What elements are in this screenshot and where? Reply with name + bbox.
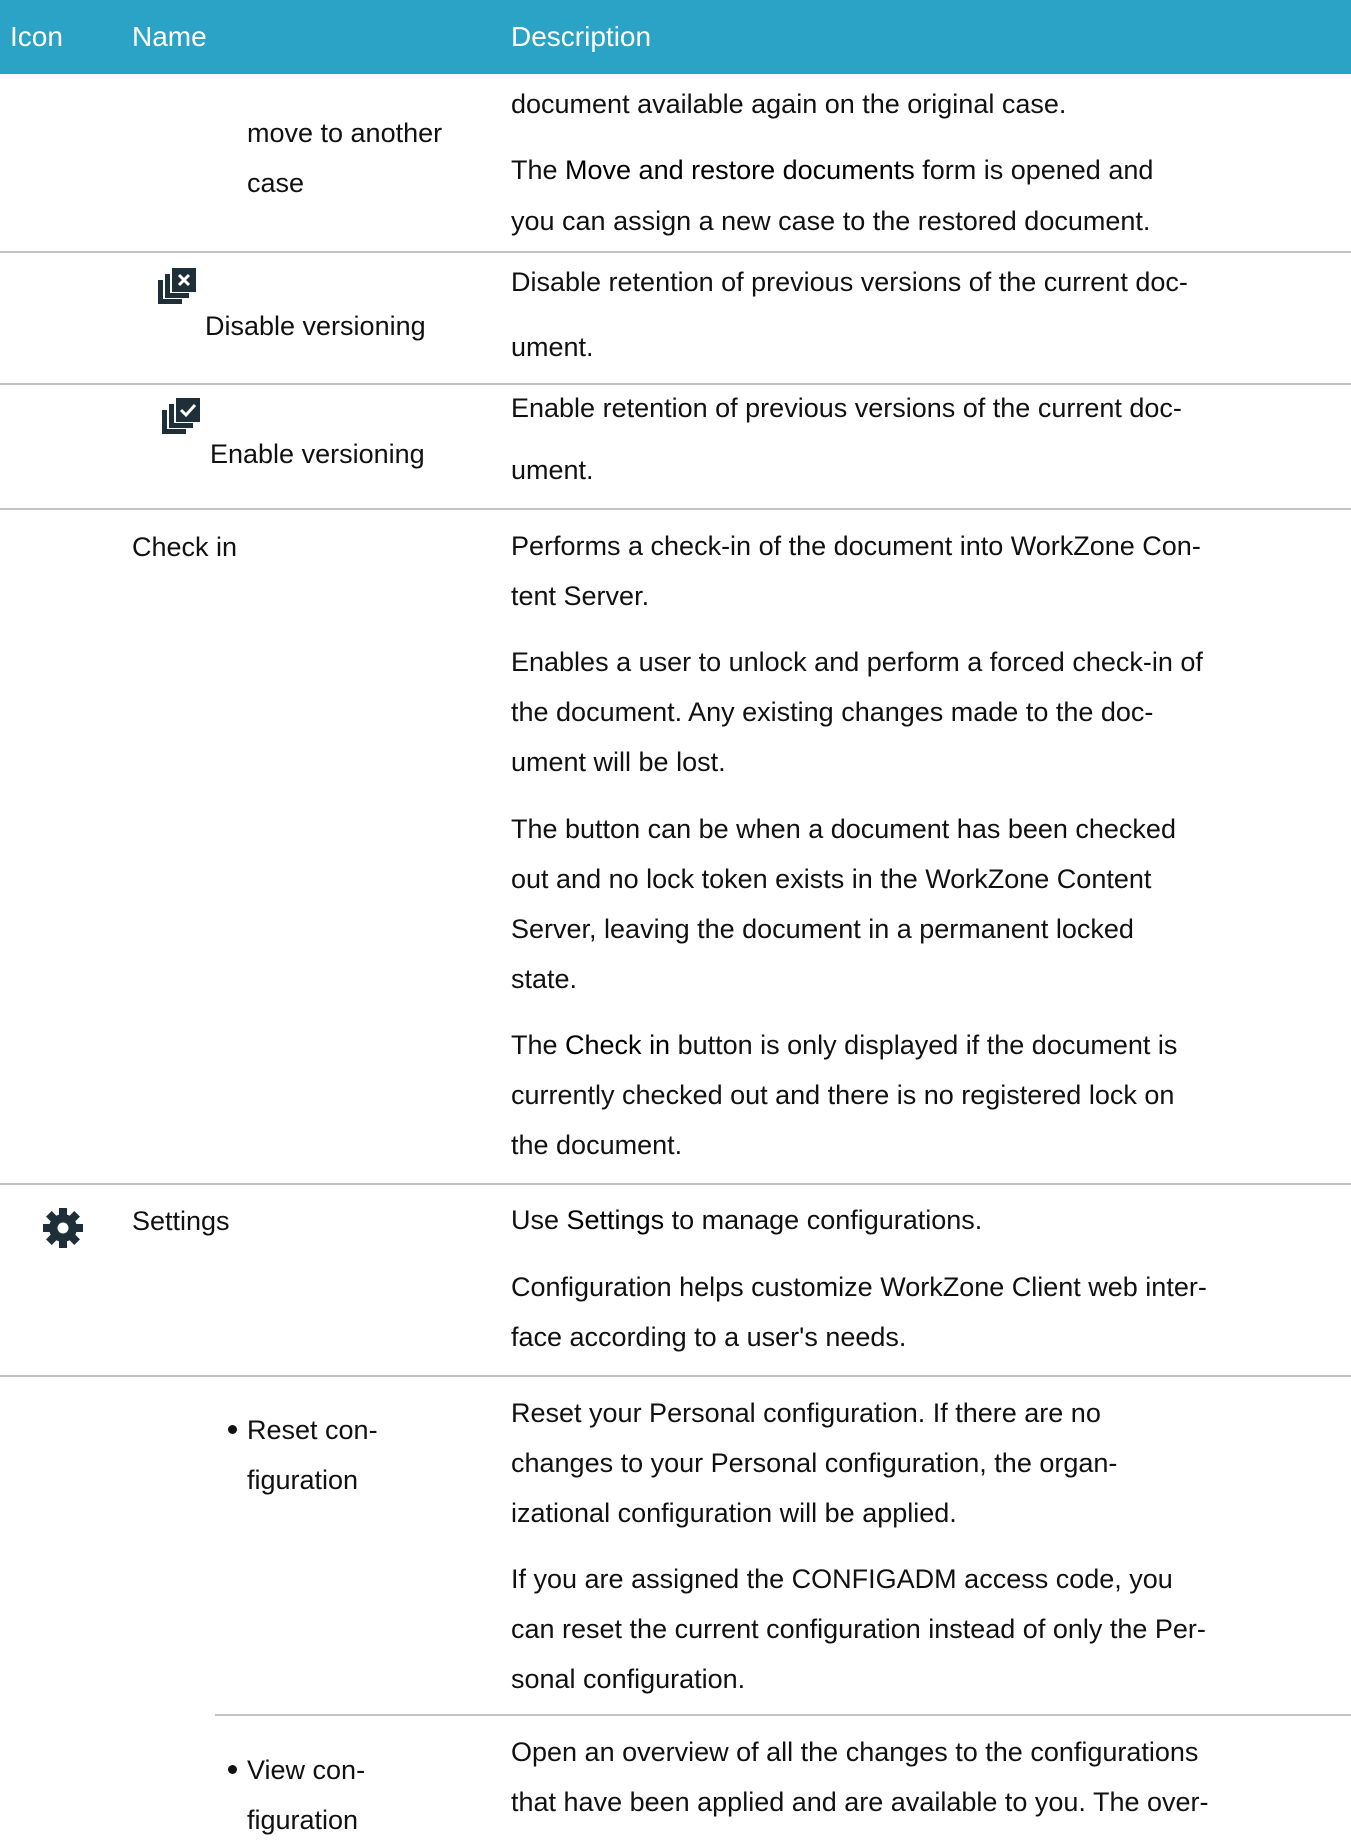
row-desc-line: ument. — [511, 455, 594, 485]
disable-versioning-icon — [158, 268, 196, 304]
row-name: Disable versioning — [205, 311, 426, 341]
row-desc-line: Configuration helps customize WorkZone C… — [511, 1272, 1207, 1302]
bullet-icon — [228, 1425, 237, 1435]
row-name: Check in — [132, 532, 238, 562]
row-desc-line: Use Settings to manage configurations. — [511, 1205, 983, 1235]
row-desc-line: the document. Any existing changes made … — [511, 697, 1154, 727]
bold-term: Move and restore documents — [565, 155, 915, 185]
row-desc-line: out and no lock token exists in the Work… — [511, 864, 1152, 894]
row-desc-line: The Move and restore documents form is o… — [511, 155, 1154, 185]
row-separator — [0, 1375, 1351, 1377]
row-name-line: case — [247, 168, 305, 198]
bold-term: Settings — [566, 1205, 665, 1235]
row-desc-line: Reset your Personal configuration. If th… — [511, 1398, 1101, 1428]
row-name: Enable versioning — [210, 439, 425, 469]
row-desc-line: currently checked out and there is no re… — [511, 1080, 1175, 1110]
header-description: Description — [511, 21, 652, 52]
bullet-icon — [228, 1765, 237, 1775]
row-desc-line: you can assign a new case to the restore… — [511, 206, 1151, 236]
row-separator — [0, 508, 1351, 510]
row-name-line: move to another — [247, 118, 443, 148]
row-desc-line: ument. — [511, 332, 594, 362]
row-desc-line: Enable retention of previous versions of… — [511, 393, 1182, 423]
row-name-line: Reset con- — [228, 1405, 378, 1455]
row-name-line: View con- — [228, 1745, 365, 1795]
row-name-line: figuration — [247, 1805, 359, 1835]
row-desc-line: If you are assigned the CONFIGADM access… — [511, 1564, 1173, 1594]
row-desc-line: Open an overview of all the changes to t… — [511, 1737, 1199, 1767]
row-desc-line: Performs a check-in of the document into… — [511, 531, 1201, 561]
row-desc-line: face according to a user's needs. — [511, 1322, 907, 1352]
row-desc-line: document available again on the original… — [511, 89, 1067, 119]
gear-icon — [43, 1208, 83, 1248]
row-separator — [215, 1714, 1351, 1716]
row-desc-line: state. — [511, 964, 578, 994]
row-separator — [0, 1183, 1351, 1185]
header-name: Name — [132, 21, 207, 52]
row-separator — [0, 251, 1351, 253]
row-desc-line: The Check in button is only displayed if… — [511, 1030, 1178, 1060]
table-header: Icon Name Description — [0, 0, 1351, 74]
row-desc-line: the document. — [511, 1130, 683, 1160]
row-desc-line: The button can be when a document has be… — [511, 814, 1176, 844]
header-icon: Icon — [10, 21, 63, 52]
row-desc-line: changes to your Personal configuration, … — [511, 1448, 1118, 1478]
row-desc-line: Enables a user to unlock and perform a f… — [511, 647, 1203, 677]
row-desc-line: that have been applied and are available… — [511, 1787, 1209, 1817]
enable-versioning-icon — [162, 398, 200, 434]
bold-term: Check in — [565, 1030, 671, 1060]
row-desc-line: tent Server. — [511, 581, 650, 611]
row-desc-line: sonal configuration. — [511, 1664, 746, 1694]
row-desc-line: Disable retention of previous versions o… — [511, 267, 1188, 297]
row-desc-line: izational configuration will be applied. — [511, 1498, 957, 1528]
row-name: Settings — [132, 1206, 230, 1236]
row-name-line: figuration — [247, 1465, 359, 1495]
row-desc-line: ument will be lost. — [511, 747, 726, 777]
row-desc-line: Server, leaving the document in a perman… — [511, 914, 1134, 944]
row-desc-line: can reset the current configuration inst… — [511, 1614, 1206, 1644]
